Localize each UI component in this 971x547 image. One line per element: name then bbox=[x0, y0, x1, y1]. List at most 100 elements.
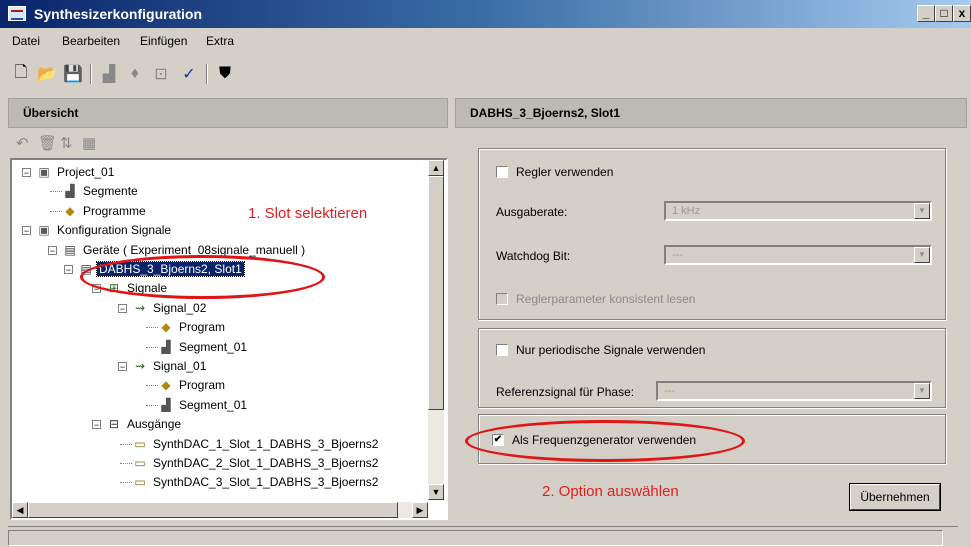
apply-button[interactable]: Übernehmen bbox=[850, 484, 940, 510]
scroll-thumb[interactable] bbox=[428, 176, 444, 410]
tree-connector bbox=[120, 463, 132, 464]
device-icon: ▤ bbox=[64, 242, 76, 257]
new-icon[interactable]: 🗋 bbox=[8, 62, 34, 86]
regler-checkbox[interactable] bbox=[496, 166, 508, 178]
segment-icon: ▟ bbox=[161, 339, 171, 354]
menu-extra[interactable]: Extra bbox=[206, 34, 234, 48]
tree-node-label: Segment_01 bbox=[179, 339, 248, 354]
hscroll-thumb[interactable] bbox=[28, 502, 398, 518]
annotation-step1: 1. Slot selektieren bbox=[248, 205, 368, 222]
save-icon[interactable]: 💾 bbox=[60, 62, 86, 86]
diamond-icon[interactable]: ♦ bbox=[122, 62, 148, 86]
vertical-scrollbar[interactable]: ▲ ▼ bbox=[428, 160, 444, 500]
tree-node[interactable]: ◆ Programme bbox=[62, 203, 148, 219]
tree-node-label: Program bbox=[179, 378, 226, 393]
expand-collapse-icon[interactable]: − bbox=[48, 245, 57, 255]
app-icon bbox=[8, 6, 26, 21]
tree-node-label: Ausgänge bbox=[127, 417, 182, 432]
tree-connector bbox=[146, 346, 158, 348]
scroll-up-button[interactable]: ▲ bbox=[428, 160, 444, 176]
expand-collapse-icon[interactable]: − bbox=[22, 226, 31, 236]
expand-collapse-icon[interactable]: − bbox=[64, 265, 73, 275]
horizontal-scrollbar[interactable]: ◀ ▶ bbox=[12, 502, 428, 518]
compile-icon[interactable]: ⛊ bbox=[212, 62, 238, 86]
tree-view[interactable]: − ▣ Project_01 ▟ Segmente ◆ Programme − ▣ Konfigu… bbox=[10, 158, 448, 520]
scroll-down-button[interactable]: ▼ bbox=[428, 484, 444, 500]
watchdog-select[interactable]: --- ▼ bbox=[664, 245, 932, 265]
tree-node[interactable]: ▭ SynthDAC_2_Slot_1_DABHS_3_Bjoerns2 bbox=[132, 455, 380, 471]
tree-node[interactable]: ▟ Segment_01 bbox=[158, 397, 249, 413]
minimize-button[interactable]: _ bbox=[917, 5, 935, 22]
project-icon: ▣ bbox=[38, 165, 50, 179]
tree-connector bbox=[50, 191, 62, 193]
tree-node-label: SynthDAC_1_Slot_1_DABHS_3_Bjoerns2 bbox=[153, 436, 379, 451]
overview-title: Übersicht bbox=[23, 106, 79, 120]
sort-icon[interactable]: ⇅ bbox=[60, 134, 73, 152]
tree-node-label: Signal_01 bbox=[153, 359, 207, 373]
chevron-down-icon[interactable]: ▼ bbox=[914, 203, 930, 219]
tree-connector bbox=[146, 327, 158, 329]
tree-toolbar bbox=[8, 128, 448, 158]
ausgaberate-value: 1 kHz bbox=[672, 205, 701, 217]
menu-bearbeiten[interactable]: Bearbeiten bbox=[62, 34, 120, 48]
referenz-select[interactable]: --- ▼ bbox=[656, 381, 932, 401]
tree-node[interactable]: ▟ Segmente bbox=[62, 183, 140, 199]
scroll-right-button[interactable]: ▶ bbox=[412, 502, 428, 518]
scroll-left-button[interactable]: ◀ bbox=[12, 502, 28, 518]
watchdog-label: Watchdog Bit: bbox=[496, 249, 571, 263]
regler-label: Regler verwenden bbox=[516, 165, 614, 179]
periodisch-checkbox[interactable] bbox=[496, 344, 508, 356]
expand-collapse-icon[interactable]: − bbox=[92, 420, 101, 430]
program-icon: ◆ bbox=[161, 378, 171, 393]
tree-node[interactable]: ◆ Program bbox=[158, 377, 227, 393]
program-icon: ◆ bbox=[161, 320, 171, 335]
expand-collapse-icon[interactable]: − bbox=[22, 168, 31, 178]
tree-connector bbox=[146, 404, 158, 406]
watchdog-value: --- bbox=[672, 249, 683, 261]
chevron-down-icon[interactable]: ▼ bbox=[914, 247, 930, 263]
tree-node-label: SynthDAC_3_Slot_1_DABHS_3_Bjoerns2 bbox=[153, 475, 379, 490]
maximize-button[interactable]: □ bbox=[935, 5, 953, 22]
tree-node[interactable]: ▟ Segment_01 bbox=[158, 339, 249, 355]
tree-node-label: Segment_01 bbox=[179, 397, 248, 412]
tree-node[interactable]: ⊟ Ausgänge bbox=[106, 416, 183, 432]
output-icon: ▭ bbox=[134, 475, 146, 490]
properties-icon[interactable]: ▦ bbox=[82, 134, 96, 152]
expand-collapse-icon[interactable]: − bbox=[118, 362, 127, 372]
menu-einfuegen[interactable]: Einfügen bbox=[140, 34, 187, 48]
menu-datei[interactable]: Datei bbox=[12, 34, 40, 48]
tree-node[interactable]: ▣ Konfiguration Signale bbox=[36, 222, 173, 238]
check-icon[interactable]: ✓ bbox=[176, 62, 202, 86]
tree-node-label: SynthDAC_2_Slot_1_DABHS_3_Bjoerns2 bbox=[153, 456, 379, 470]
tree-connector bbox=[146, 385, 158, 387]
chart-icon[interactable]: ▟ bbox=[96, 62, 122, 86]
annotation-ellipse-option bbox=[465, 420, 745, 462]
tree-node[interactable]: ⇝ Signal_01 bbox=[132, 358, 208, 374]
open-icon[interactable]: 📂 bbox=[34, 62, 60, 86]
tree-connector bbox=[120, 443, 132, 445]
tree-node[interactable]: ▭ SynthDAC_3_Slot_1_DABHS_3_Bjoerns2 bbox=[132, 474, 380, 490]
chevron-down-icon[interactable]: ▼ bbox=[914, 383, 930, 399]
undo-icon[interactable]: ↶ bbox=[16, 134, 29, 152]
reglerparameter-checkbox[interactable] bbox=[496, 293, 508, 305]
wave-icon[interactable]: ⊡ bbox=[148, 62, 174, 86]
tree-node[interactable]: ⇝ Signal_02 bbox=[132, 300, 208, 316]
tree-node[interactable]: ◆ Program bbox=[158, 319, 227, 335]
tree-connector bbox=[120, 482, 132, 484]
signal-icon: ⇝ bbox=[134, 300, 146, 315]
reglerparameter-label: Reglerparameter konsistent lesen bbox=[516, 292, 696, 306]
overview-header: Übersicht bbox=[8, 98, 448, 128]
annotation-step2: 2. Option auswählen bbox=[542, 483, 679, 500]
window-title: Synthesizerkonfiguration bbox=[34, 6, 203, 22]
tree-node[interactable]: ▭ SynthDAC_1_Slot_1_DABHS_3_Bjoerns2 bbox=[132, 436, 380, 452]
delete-icon[interactable]: 🗑 bbox=[38, 134, 57, 152]
expand-collapse-icon[interactable]: − bbox=[118, 303, 127, 313]
close-button[interactable]: x bbox=[953, 5, 971, 22]
status-panel bbox=[8, 530, 943, 546]
periodisch-label: Nur periodische Signale verwenden bbox=[516, 343, 706, 357]
program-icon: ◆ bbox=[65, 203, 75, 218]
title-bar[interactable]: Synthesizerkonfiguration _ □ x bbox=[0, 0, 971, 28]
ausgaberate-select[interactable]: 1 kHz ▼ bbox=[664, 201, 932, 221]
detail-title: DABHS_3_Bjoerns2, Slot1 bbox=[470, 106, 621, 120]
tree-node[interactable]: ▣ Project_01 bbox=[36, 164, 116, 180]
